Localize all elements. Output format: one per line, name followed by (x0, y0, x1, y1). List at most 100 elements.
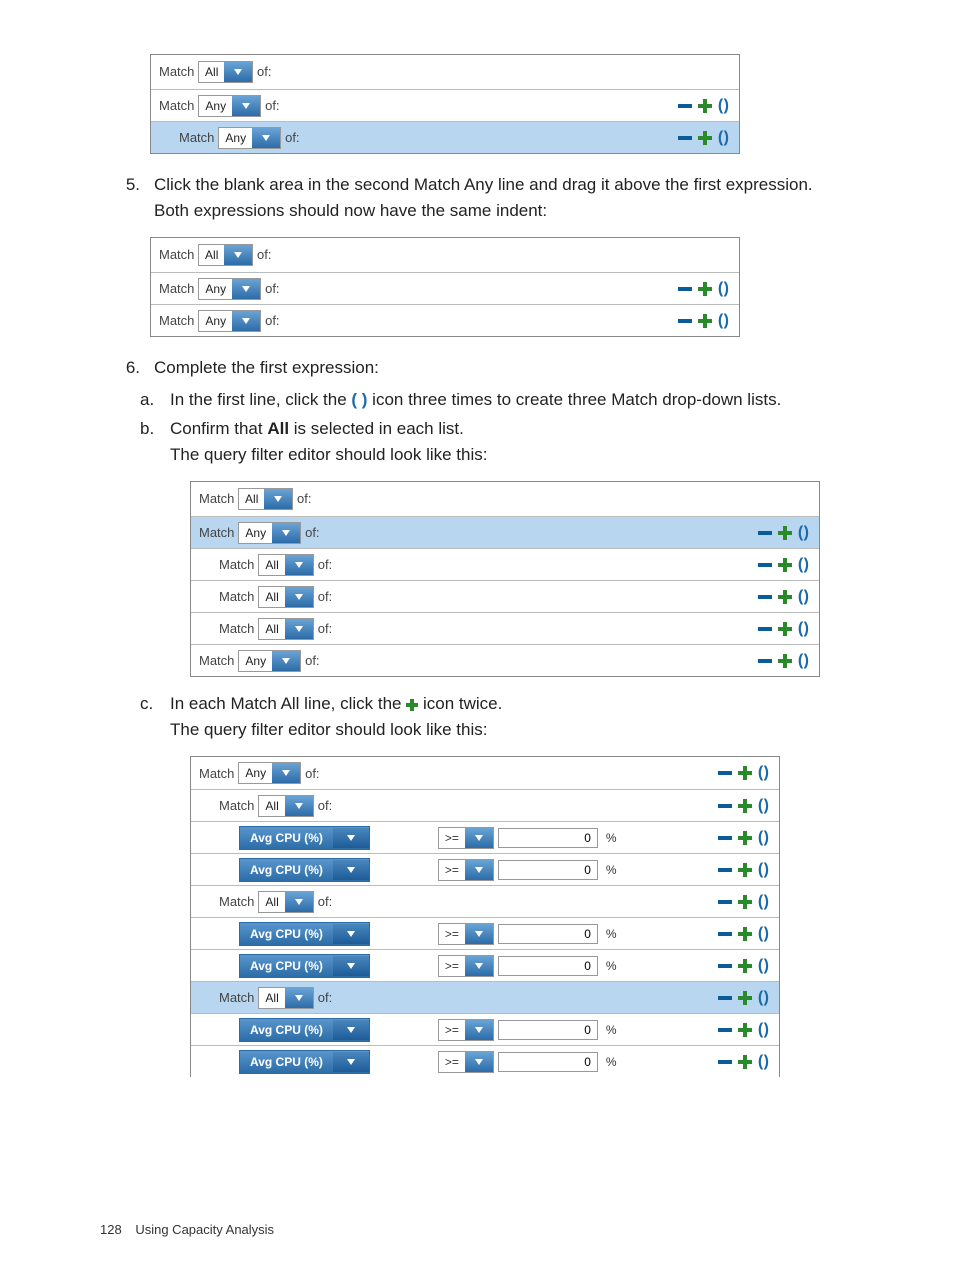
plus-icon[interactable] (738, 1023, 752, 1037)
filter-row[interactable]: MatchAllof: ( ) (191, 612, 819, 644)
match-select[interactable]: All (198, 61, 253, 83)
paren-icon[interactable]: ( ) (798, 524, 807, 542)
value-input[interactable] (498, 1020, 598, 1040)
match-select[interactable]: All (258, 554, 313, 576)
minus-icon[interactable] (718, 804, 732, 808)
minus-icon[interactable] (718, 771, 732, 775)
condition-row[interactable]: Avg CPU (%)>=% ( ) (191, 1013, 779, 1045)
plus-icon[interactable] (738, 959, 752, 973)
minus-icon[interactable] (678, 136, 692, 140)
operator-select[interactable]: >= (438, 923, 494, 945)
paren-icon[interactable]: ( ) (758, 829, 767, 847)
paren-icon[interactable]: ( ) (798, 620, 807, 638)
paren-icon[interactable]: ( ) (718, 97, 727, 115)
paren-icon[interactable]: ( ) (718, 312, 727, 330)
paren-icon[interactable]: ( ) (718, 129, 727, 147)
plus-icon[interactable] (778, 654, 792, 668)
metric-select[interactable]: Avg CPU (%) (239, 954, 370, 978)
operator-select[interactable]: >= (438, 955, 494, 977)
value-input[interactable] (498, 828, 598, 848)
minus-icon[interactable] (718, 1028, 732, 1032)
operator-select[interactable]: >= (438, 859, 494, 881)
minus-icon[interactable] (718, 964, 732, 968)
plus-icon[interactable] (698, 131, 712, 145)
minus-icon[interactable] (678, 287, 692, 291)
metric-select[interactable]: Avg CPU (%) (239, 1050, 370, 1074)
condition-row[interactable]: Avg CPU (%)>=% ( ) (191, 821, 779, 853)
value-input[interactable] (498, 1052, 598, 1072)
paren-icon[interactable]: ( ) (758, 893, 767, 911)
minus-icon[interactable] (678, 319, 692, 323)
match-select[interactable]: All (238, 488, 293, 510)
match-select[interactable]: All (258, 795, 313, 817)
metric-select[interactable]: Avg CPU (%) (239, 826, 370, 850)
plus-icon[interactable] (698, 282, 712, 296)
operator-select[interactable]: >= (438, 1051, 494, 1073)
match-select[interactable]: All (198, 244, 253, 266)
minus-icon[interactable] (758, 659, 772, 663)
paren-icon[interactable]: ( ) (758, 1053, 767, 1071)
paren-icon[interactable]: ( ) (798, 556, 807, 574)
minus-icon[interactable] (718, 996, 732, 1000)
plus-icon[interactable] (738, 766, 752, 780)
filter-row[interactable]: MatchAnyof: ( ) (191, 757, 779, 789)
paren-icon[interactable]: ( ) (758, 797, 767, 815)
filter-row[interactable]: MatchAllof: ( ) (191, 548, 819, 580)
plus-icon[interactable] (698, 314, 712, 328)
plus-icon[interactable] (778, 526, 792, 540)
filter-row[interactable]: MatchAllof: ( ) (191, 789, 779, 821)
value-input[interactable] (498, 860, 598, 880)
metric-select[interactable]: Avg CPU (%) (239, 1018, 370, 1042)
plus-icon[interactable] (738, 927, 752, 941)
match-select[interactable]: Any (218, 127, 281, 149)
match-select[interactable]: All (258, 618, 313, 640)
paren-icon[interactable]: ( ) (718, 280, 727, 298)
minus-icon[interactable] (718, 836, 732, 840)
plus-icon[interactable] (738, 863, 752, 877)
plus-icon[interactable] (738, 831, 752, 845)
metric-select[interactable]: Avg CPU (%) (239, 858, 370, 882)
plus-icon[interactable] (778, 622, 792, 636)
condition-row[interactable]: Avg CPU (%)>=% ( ) (191, 949, 779, 981)
filter-row[interactable]: MatchAnyof: ( ) (151, 304, 739, 336)
plus-icon[interactable] (738, 1055, 752, 1069)
match-select[interactable]: Any (198, 310, 261, 332)
match-select[interactable]: Any (238, 522, 301, 544)
paren-icon[interactable]: ( ) (798, 652, 807, 670)
condition-row[interactable]: Avg CPU (%)>=% ( ) (191, 1045, 779, 1077)
minus-icon[interactable] (758, 595, 772, 599)
paren-icon[interactable]: ( ) (758, 989, 767, 1007)
minus-icon[interactable] (758, 563, 772, 567)
metric-select[interactable]: Avg CPU (%) (239, 922, 370, 946)
filter-row[interactable]: MatchAnyof: ( ) (151, 272, 739, 304)
paren-icon[interactable]: ( ) (798, 588, 807, 606)
match-select[interactable]: Any (198, 95, 261, 117)
filter-row[interactable]: MatchAllof: ( ) (191, 981, 779, 1013)
filter-row[interactable]: MatchAnyof: ( ) (151, 121, 739, 153)
filter-row[interactable]: MatchAnyof: ( ) (191, 516, 819, 548)
match-select[interactable]: All (258, 891, 313, 913)
match-select[interactable]: Any (238, 762, 301, 784)
filter-row[interactable]: MatchAnyof: ( ) (191, 644, 819, 676)
paren-icon[interactable]: ( ) (758, 764, 767, 782)
plus-icon[interactable] (738, 991, 752, 1005)
filter-row[interactable]: MatchAllof: ( ) (191, 580, 819, 612)
plus-icon[interactable] (778, 590, 792, 604)
minus-icon[interactable] (718, 1060, 732, 1064)
paren-icon[interactable]: ( ) (758, 925, 767, 943)
paren-icon[interactable]: ( ) (758, 1021, 767, 1039)
minus-icon[interactable] (718, 932, 732, 936)
operator-select[interactable]: >= (438, 1019, 494, 1041)
match-select[interactable]: Any (238, 650, 301, 672)
value-input[interactable] (498, 956, 598, 976)
plus-icon[interactable] (738, 895, 752, 909)
paren-icon[interactable]: ( ) (758, 861, 767, 879)
value-input[interactable] (498, 924, 598, 944)
match-select[interactable]: Any (198, 278, 261, 300)
match-select[interactable]: All (258, 586, 313, 608)
match-select[interactable]: All (258, 987, 313, 1009)
filter-row[interactable]: MatchAnyof: ( ) (151, 89, 739, 121)
paren-icon[interactable]: ( ) (758, 957, 767, 975)
minus-icon[interactable] (758, 531, 772, 535)
minus-icon[interactable] (718, 900, 732, 904)
